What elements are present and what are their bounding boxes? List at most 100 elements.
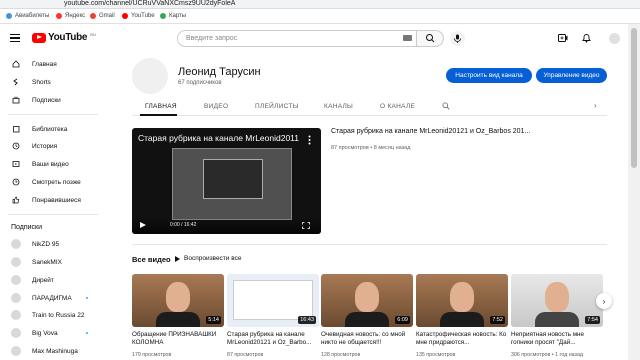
yandex-icon (56, 13, 62, 19)
manage-videos-button[interactable]: Управление видео (536, 68, 607, 83)
keyboard-icon[interactable] (403, 35, 412, 41)
video-thumbnail[interactable]: 7:52 (416, 274, 508, 327)
sidebar-item-label: Главная (32, 60, 57, 68)
sidebar-item-label: Подписки (32, 96, 61, 104)
address-bar[interactable]: youtube.com/channel/UCRuVVaNXCmsz9UU2dyF… (0, 0, 640, 9)
tab-home[interactable]: ГЛАВНАЯ (145, 103, 177, 110)
search-input[interactable]: Введите запрос (177, 30, 417, 47)
shelf-next-button[interactable]: › (596, 293, 612, 309)
sidebar-item-label: Библиотека (32, 125, 68, 133)
bookmark-yandex[interactable]: Яндекс (56, 13, 85, 19)
notifications-bell-icon[interactable] (582, 33, 591, 43)
sidebar-item-subscriptions[interactable]: Подписки (0, 93, 105, 107)
scrollbar-thumb[interactable] (631, 28, 637, 168)
mic-icon (454, 34, 461, 43)
tab-videos[interactable]: ВИДЕО (204, 103, 228, 110)
video-thumbnail[interactable]: 7:54 (511, 274, 603, 327)
bookmark-maps[interactable]: Карты (160, 13, 186, 19)
subscriptions-title: Подписки (11, 223, 43, 231)
section-divider (132, 244, 607, 245)
subscription-label: Big Vova (32, 329, 58, 337)
logo-region: RU (90, 32, 96, 37)
video-title[interactable]: Очевидная новость: со мной никто не обща… (321, 331, 413, 347)
sidebar-item-watch-later[interactable]: Смотреть позже (0, 175, 105, 189)
page-scrollbar[interactable] (628, 24, 640, 360)
sidebar-item-your-videos[interactable]: Ваши видео (0, 157, 105, 171)
fullscreen-icon[interactable] (302, 222, 310, 229)
subscription-item[interactable]: Train to Russia 22 (0, 308, 105, 322)
play-icon[interactable] (140, 222, 146, 228)
bookmark-aviabilety[interactable]: Авиабилеты (6, 13, 49, 19)
channel-avatar (11, 293, 21, 303)
tabs-scroll-right-icon[interactable]: › (594, 101, 597, 110)
sidebar-item-library[interactable]: Библиотека (0, 122, 105, 136)
sidebar-item-shorts[interactable]: Shorts (0, 75, 105, 89)
subscription-item[interactable]: SanekMIX (0, 255, 105, 269)
shorts-icon (13, 78, 18, 86)
video-meta: 306 просмотров • 1 год назад (511, 352, 584, 358)
thumbnail-face (545, 282, 569, 312)
sidebar-item-history[interactable]: История (0, 139, 105, 153)
video-title[interactable]: Неприятная новость мне гопники просят "Д… (511, 331, 603, 347)
subscription-item[interactable]: Big Vova (0, 326, 105, 340)
search-button[interactable] (417, 30, 444, 47)
more-options-icon[interactable] (308, 132, 311, 145)
url-text[interactable]: youtube.com/channel/UCRuVVaNXCmsz9UU2dyF… (64, 0, 235, 7)
bookmark-youtube[interactable]: YouTube (122, 13, 155, 19)
sidebar-item-liked[interactable]: Понравившиеся (0, 193, 105, 207)
subscriptions-heading: Подписки (0, 220, 105, 234)
thumbs-up-icon (12, 196, 20, 204)
tab-about[interactable]: О КАНАЛЕ (380, 103, 415, 110)
home-icon (12, 60, 20, 68)
sidebar-item-home[interactable]: Главная (0, 57, 105, 71)
video-thumbnail[interactable]: 6:09 (321, 274, 413, 327)
thumbnail-screenshot (233, 280, 313, 320)
video-title[interactable]: Катастрофическая новость: Ко мне придраю… (416, 331, 508, 347)
thumbnail-face (450, 282, 474, 312)
subscription-item[interactable]: Дирейт (0, 273, 105, 287)
subscriber-count: 67 подписчиков (178, 80, 222, 86)
video-title[interactable]: Обращение ПРИЗНАВАШКИ КОЛОМНА (132, 331, 224, 347)
mic-button[interactable] (450, 31, 465, 46)
bookmark-gmail[interactable]: Gmail (90, 13, 115, 19)
featured-video-player[interactable]: Старая рубрика на канале MrLeonid2011 0:… (132, 128, 321, 234)
library-icon (13, 126, 20, 133)
play-all-button[interactable]: Воспроизвести все (175, 255, 241, 262)
subscription-label: SanekMIX (32, 258, 62, 266)
subscription-item[interactable]: Max Mashinuga (0, 344, 105, 358)
menu-icon[interactable] (10, 32, 20, 43)
bookmarks-bar: Авиабилеты Яндекс Gmail YouTube Карты (0, 9, 640, 24)
tab-playlists[interactable]: ПЛЕЙЛИСТЫ (255, 103, 299, 110)
sidebar-item-label: Ваши видео (32, 160, 69, 168)
tab-channels[interactable]: КАНАЛЫ (324, 103, 353, 110)
account-avatar[interactable] (609, 33, 620, 44)
bookmark-label: Яндекс (65, 13, 86, 19)
thumbnail-shirt (440, 312, 484, 327)
video-meta: 87 просмотров (227, 352, 264, 358)
chevron-right-icon: › (602, 296, 606, 306)
subscription-item[interactable]: ПАРАДИГМА (0, 291, 105, 305)
section-title[interactable]: Все видео (132, 255, 171, 264)
sidebar-item-label: Понравившиеся (32, 196, 81, 204)
thumbnail-face (355, 282, 379, 312)
youtube-icon (122, 13, 128, 19)
video-title[interactable]: Старая рубрика на канале MrLeonid20121 и… (227, 331, 319, 347)
video-thumbnail[interactable]: 5:14 (132, 274, 224, 327)
channel-name: Леонид Тарусин (178, 66, 261, 78)
featured-video-title[interactable]: Старая рубрика на канале MrLeonid20121 и… (331, 128, 530, 135)
channel-avatar-large[interactable] (132, 58, 168, 94)
video-thumbnail[interactable]: 16:43 (227, 274, 319, 327)
bookmark-label: YouTube (131, 13, 155, 19)
channel-avatar (11, 257, 21, 267)
bookmark-label: Gmail (99, 13, 115, 19)
channel-avatar (11, 346, 21, 356)
video-frame (172, 148, 292, 220)
customize-channel-button[interactable]: Настроить вид канала (446, 68, 532, 83)
youtube-logo[interactable]: YouTube RU (32, 32, 96, 43)
bookmark-label: Авиабилеты (15, 13, 50, 19)
create-video-icon[interactable] (558, 34, 568, 42)
subscription-item[interactable]: NikZD 95 (0, 237, 105, 251)
thumbnail-face (166, 282, 190, 312)
channel-search-icon[interactable] (442, 102, 450, 110)
subscription-label: Max Mashinuga (32, 347, 78, 355)
